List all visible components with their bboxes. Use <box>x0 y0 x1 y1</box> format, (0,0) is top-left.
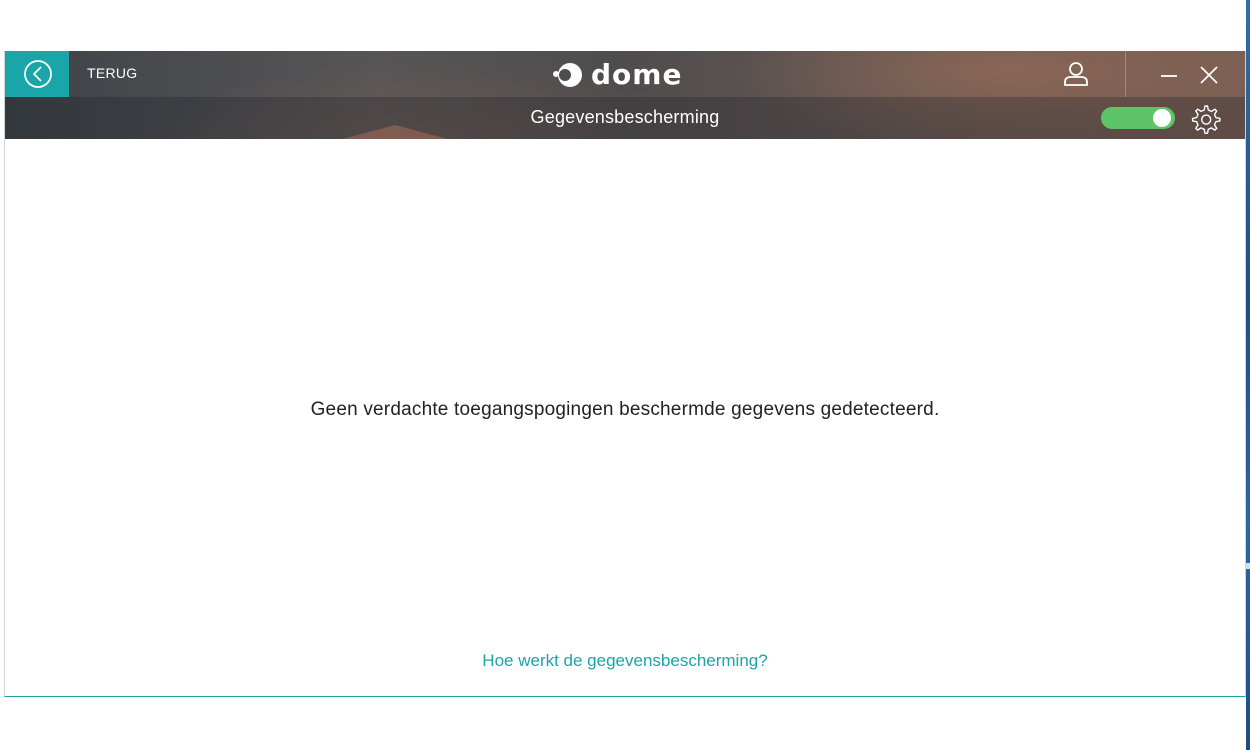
header: TERUG dome Gegevensbescherming <box>5 51 1245 139</box>
desktop-background-detail <box>1246 563 1250 569</box>
logo-text: dome <box>591 57 683 91</box>
minimize-icon[interactable] <box>1157 63 1181 87</box>
status-message: Geen verdachte toegangspogingen bescherm… <box>310 399 940 420</box>
help-link[interactable]: Hoe werkt de gegevensbescherming? <box>5 651 1245 671</box>
back-arrow-icon <box>24 60 52 88</box>
app-window: TERUG dome Gegevensbescherming Geen verd… <box>4 51 1246 697</box>
logo-icon <box>553 63 582 87</box>
close-icon[interactable] <box>1197 63 1221 87</box>
page-title: Gegevensbescherming <box>530 107 720 127</box>
title-bar-separator <box>1125 51 1126 97</box>
back-label[interactable]: TERUG <box>87 65 138 81</box>
desktop-background-strip <box>1246 0 1250 750</box>
user-icon[interactable] <box>1061 59 1091 89</box>
protection-toggle[interactable] <box>1101 107 1175 129</box>
back-button[interactable] <box>5 51 69 97</box>
toggle-knob <box>1153 109 1171 127</box>
gear-icon[interactable] <box>1189 103 1221 135</box>
app-logo: dome <box>551 57 682 91</box>
